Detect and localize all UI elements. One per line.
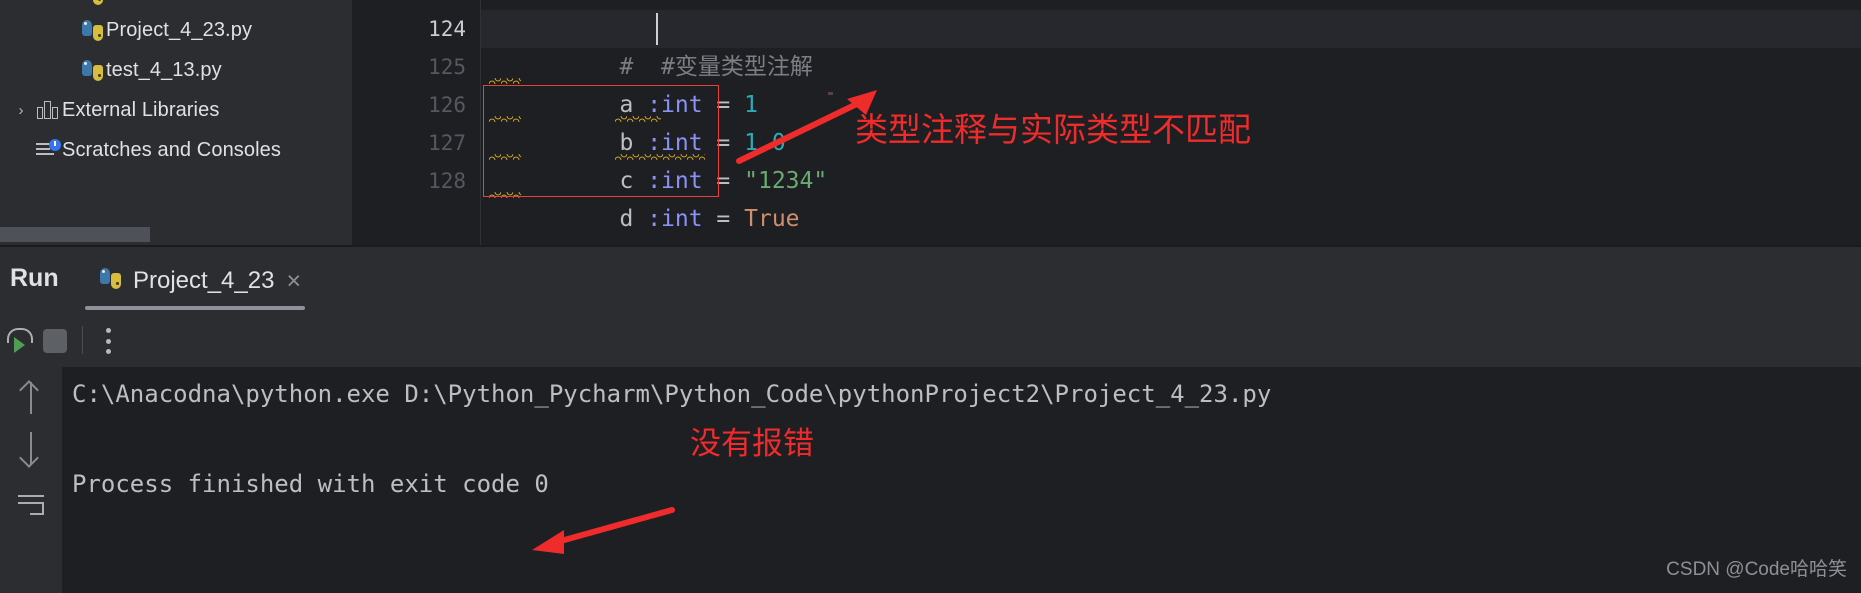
run-tab-project-4-23[interactable]: Project_4_23 ×: [100, 260, 301, 302]
console-gutter: [0, 367, 62, 593]
tree-item-label: Scratches and Consoles: [62, 138, 281, 161]
code-line-124[interactable]: # #变量类型注解: [481, 10, 812, 80]
console-line: Process finished with exit code 0: [72, 470, 549, 498]
tree-item-label: test_4_13.py: [106, 58, 222, 81]
code-token: d: [619, 206, 648, 232]
watermark: CSDN @Code哈哈笑: [1666, 559, 1847, 580]
stop-button[interactable]: [36, 322, 74, 360]
stop-icon: [43, 329, 67, 353]
tree-item-label: External Libraries: [62, 98, 220, 121]
run-toolbar: [0, 314, 1861, 367]
project-tool-window[interactable]: Project_4_23.py test_4_13.py › External …: [0, 0, 352, 246]
python-file-icon: [78, 19, 106, 41]
text-caret: [656, 13, 658, 45]
line-number: 124: [428, 17, 466, 41]
console-output[interactable]: C:\Anacodna\python.exe D:\Python_Pycharm…: [62, 367, 1861, 593]
tree-item-scratches-and-consoles[interactable]: Scratches and Consoles: [8, 130, 281, 170]
warning-squiggle: [489, 78, 521, 84]
code-token: True: [744, 206, 800, 232]
tree-item-external-libraries[interactable]: › External Libraries: [8, 90, 220, 130]
scroll-up-button[interactable]: [12, 379, 50, 417]
soft-wrap-icon: [18, 493, 44, 515]
run-tab-label: Project_4_23: [133, 267, 275, 294]
run-window-title: Run: [10, 264, 59, 292]
scratches-icon: [34, 139, 62, 159]
soft-wrap-button[interactable]: [12, 485, 50, 523]
tree-item-label: Project_4_23.py: [106, 18, 253, 41]
python-file-icon: [78, 59, 106, 81]
annotation-rectangle: [483, 85, 719, 197]
code-token: =: [702, 206, 745, 232]
console-line: C:\Anacodna\python.exe D:\Python_Pycharm…: [72, 380, 1272, 408]
annotation-arrow-console: [532, 507, 675, 554]
header-rule: [0, 246, 1861, 247]
python-file-icon: [78, 0, 106, 5]
annotation-label-console: 没有报错: [690, 426, 814, 461]
pycharm-window: Project_4_23.py test_4_13.py › External …: [0, 0, 1861, 593]
line-number: 125: [428, 55, 466, 79]
rerun-icon: [7, 328, 35, 354]
chevron-right-icon[interactable]: ›: [8, 102, 34, 119]
code-token: :int: [647, 206, 703, 232]
annotation-label-editor: 类型注释与实际类型不匹配: [855, 111, 1251, 148]
rerun-button[interactable]: [2, 322, 40, 360]
more-options-icon: [106, 328, 112, 354]
line-number-gutter: 124 125 126 127 128: [352, 0, 481, 246]
tree-item-project-4-23[interactable]: Project_4_23.py: [78, 10, 252, 50]
scroll-up-icon: [20, 382, 42, 414]
scroll-down-icon: [20, 432, 42, 464]
more-options-button[interactable]: [90, 322, 128, 360]
python-file-icon: [100, 268, 121, 294]
run-console[interactable]: C:\Anacodna\python.exe D:\Python_Pycharm…: [0, 367, 1861, 593]
library-icon: [34, 101, 62, 119]
run-tool-window: Run Project_4_23 × C:\Anacodna\python.ex…: [0, 227, 1861, 593]
line-number: 128: [428, 169, 466, 193]
line-number: 127: [428, 131, 466, 155]
tree-item-test-4-13[interactable]: test_4_13.py: [78, 50, 222, 90]
scroll-down-button[interactable]: [12, 429, 50, 467]
code-line-125[interactable]: a :int = 1: [481, 48, 758, 118]
editor-scrollbar-thumb[interactable]: [0, 227, 150, 242]
toolbar-separator: [82, 326, 83, 354]
run-header: Run Project_4_23 ×: [0, 227, 1861, 314]
line-number: 126: [428, 93, 466, 117]
close-icon[interactable]: ×: [286, 268, 301, 294]
run-tab-scrollbar[interactable]: [85, 306, 305, 310]
